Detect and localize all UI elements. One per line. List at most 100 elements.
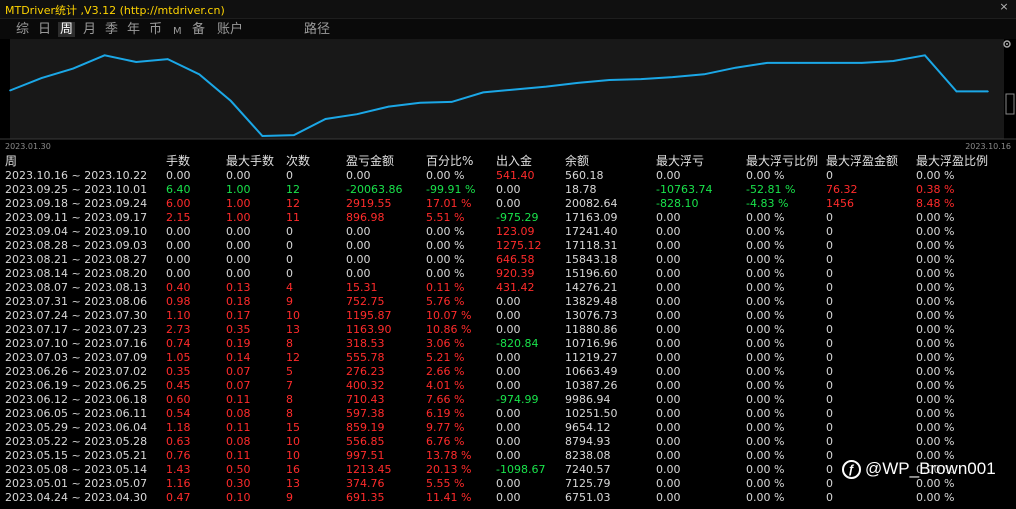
table-row: 2023.07.10 ~ 2023.07.16 0.74 0.19 8 318.53 3.…	[0, 337, 1016, 351]
cell-flow: -974.99	[496, 393, 539, 406]
table-row: 2023.05.22 ~ 2023.05.28 0.63 0.08 10 556.85 6…	[0, 435, 1016, 449]
cell-flow: 431.42	[496, 281, 535, 294]
cell-week: 2023.08.21 ~ 2023.08.27	[5, 253, 148, 266]
cell-week: 2023.06.26 ~ 2023.07.02	[5, 365, 148, 378]
cell-maxprofit: 0	[826, 393, 833, 406]
watermark: ƒ @WP_Brown001	[842, 459, 996, 479]
cell-dd: 0.00	[656, 225, 681, 238]
tab-9[interactable]: 账户	[215, 22, 245, 37]
cell-flow: -820.84	[496, 337, 539, 350]
cell-count: 7	[286, 379, 293, 392]
tab-7[interactable]: M	[171, 24, 184, 39]
column-header: 百分比%	[426, 154, 474, 168]
cell-count: 8	[286, 407, 293, 420]
cell-flow: 0.00	[496, 477, 521, 490]
tab-0[interactable]: 综	[14, 22, 31, 37]
cell-week: 2023.09.25 ~ 2023.10.01	[5, 183, 148, 196]
cell-pct: 7.66 %	[426, 393, 465, 406]
cell-bal: 13076.73	[565, 309, 618, 322]
cell-maxprofit: 0	[826, 267, 833, 280]
cell-flow: 0.00	[496, 379, 521, 392]
cell-lots: 6.40	[166, 183, 191, 196]
cell-week: 2023.07.03 ~ 2023.07.09	[5, 351, 148, 364]
cell-flow: 1275.12	[496, 239, 542, 252]
cell-maxprofit: 0	[826, 365, 833, 378]
cell-week: 2023.05.08 ~ 2023.05.14	[5, 463, 148, 476]
cell-flow: 0.00	[496, 407, 521, 420]
cell-lots: 0.00	[166, 225, 191, 238]
cell-ddpct: 0.00 %	[746, 323, 785, 336]
settings-gear-icon[interactable]	[1002, 39, 1012, 49]
cell-ddpct: 0.00 %	[746, 337, 785, 350]
chart-scroll-handle[interactable]	[1005, 93, 1015, 115]
cell-pnl: 276.23	[346, 365, 385, 378]
balance-point	[892, 60, 895, 62]
cell-pct: 17.01 %	[426, 197, 472, 210]
cell-bal: 9654.12	[565, 421, 611, 434]
cell-pnl: 555.78	[346, 351, 385, 364]
table-row: 2023.06.05 ~ 2023.06.11 0.54 0.08 8 597.38 6.…	[0, 407, 1016, 421]
tab-1[interactable]: 日	[36, 22, 53, 37]
cell-maxprofit: 0	[826, 421, 833, 434]
cell-pct: 5.55 %	[426, 477, 465, 490]
table-row: 2023.08.14 ~ 2023.08.20 0.00 0.00 0 0.00 0.00…	[0, 267, 1016, 281]
cell-maxprofitpct: 0.00 %	[916, 281, 955, 294]
tab-4[interactable]: 季	[103, 22, 120, 37]
cell-flow: 0.00	[496, 421, 521, 434]
cell-ddpct: 0.00 %	[746, 309, 785, 322]
cell-dd: 0.00	[656, 421, 681, 434]
cell-ddpct: -52.81 %	[746, 183, 796, 196]
cell-maxlots: 0.17	[226, 309, 251, 322]
cell-lots: 0.63	[166, 435, 191, 448]
cell-flow: 123.09	[496, 225, 535, 238]
cell-count: 12	[286, 351, 300, 364]
cell-maxprofit: 0	[826, 211, 833, 224]
cell-dd: 0.00	[656, 449, 681, 462]
tab-8[interactable]: 备	[190, 22, 207, 37]
cell-lots: 0.00	[166, 239, 191, 252]
cell-count: 12	[286, 197, 300, 210]
table-row: 2023.07.24 ~ 2023.07.30 1.10 0.17 10 1195.87…	[0, 309, 1016, 323]
cell-ddpct: 0.00 %	[746, 463, 785, 476]
cell-count: 13	[286, 323, 300, 336]
cell-lots: 0.74	[166, 337, 191, 350]
cell-count: 11	[286, 211, 300, 224]
cell-flow: 0.00	[496, 183, 521, 196]
cell-count: 0	[286, 267, 293, 280]
cell-flow: 0.00	[496, 491, 521, 504]
tab-5[interactable]: 年	[125, 22, 142, 37]
cell-pnl: 0.00	[346, 253, 371, 266]
cell-bal: 11880.86	[565, 323, 618, 336]
tab-10[interactable]: 路径	[302, 22, 332, 37]
cell-lots: 0.00	[166, 169, 191, 182]
cell-lots: 1.10	[166, 309, 191, 322]
cell-pnl: 896.98	[346, 211, 385, 224]
cell-flow: 646.58	[496, 253, 535, 266]
cell-week: 2023.06.05 ~ 2023.06.11	[5, 407, 148, 420]
balance-point	[72, 67, 74, 70]
cell-maxprofit: 0	[826, 449, 833, 462]
cell-maxprofitpct: 0.00 %	[916, 309, 955, 322]
column-header: 手数	[166, 154, 191, 168]
cell-lots: 0.00	[166, 253, 191, 266]
cell-lots: 0.76	[166, 449, 191, 462]
cell-maxprofit: 0	[826, 281, 833, 294]
cell-maxlots: 0.11	[226, 393, 251, 406]
table-row: 2023.05.01 ~ 2023.05.07 1.16 0.30 13 374.76 5…	[0, 477, 1016, 491]
close-icon[interactable]: ×	[998, 1, 1010, 13]
column-header: 最大浮盈金额	[826, 154, 899, 168]
cell-ddpct: 0.00 %	[746, 351, 785, 364]
cell-dd: 0.00	[656, 281, 681, 294]
cell-week: 2023.04.24 ~ 2023.04.30	[5, 491, 148, 504]
tab-2[interactable]: 周	[58, 22, 76, 37]
cell-dd: 0.00	[656, 407, 681, 420]
column-header: 最大浮亏比例	[746, 154, 819, 168]
cell-pnl: 0.00	[346, 225, 371, 238]
tab-6[interactable]: 币	[147, 22, 164, 37]
watermark-text: @WP_Brown001	[865, 459, 996, 478]
cell-bal: 13829.48	[565, 295, 618, 308]
balance-point	[293, 134, 295, 136]
tab-3[interactable]: 月	[81, 22, 98, 37]
cell-lots: 6.00	[166, 197, 191, 210]
cell-ddpct: 0.00 %	[746, 267, 785, 280]
